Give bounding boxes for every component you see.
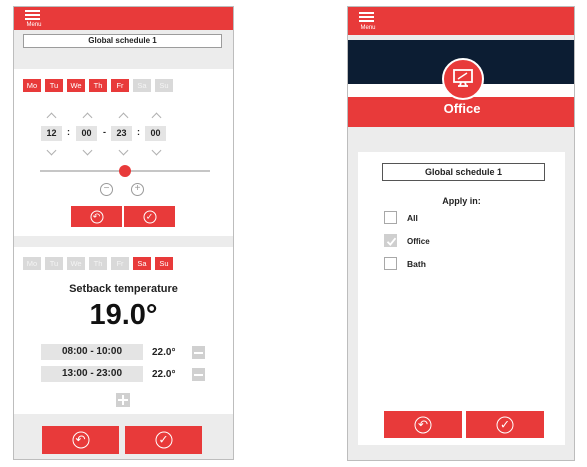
minus-icon[interactable] <box>192 346 205 359</box>
menu-icon-line <box>25 14 40 16</box>
confirm-button[interactable]: ✓ <box>125 426 202 454</box>
setback-day-toggle-su[interactable]: Su <box>155 257 173 270</box>
time-dash: - <box>103 127 106 137</box>
start-min-up-icon[interactable] <box>82 112 93 123</box>
zone-title: Office <box>443 101 481 116</box>
top-bar: Menu <box>14 7 233 30</box>
checkbox-bath[interactable] <box>384 257 397 270</box>
setback-day-toggle-sa[interactable]: Sa <box>133 257 151 270</box>
back-button[interactable]: ↶ <box>384 411 462 438</box>
start-hour-value[interactable]: 12 <box>41 126 62 141</box>
apply-option-bath[interactable]: Bath <box>384 257 474 273</box>
setback-day-toggle-th[interactable]: Th <box>89 257 107 270</box>
zone-icon-badge <box>442 58 484 100</box>
menu-icon <box>359 12 374 14</box>
confirm-icon: ✓ <box>143 210 156 223</box>
minus-icon[interactable] <box>192 368 205 381</box>
monitor-icon <box>453 69 473 87</box>
start-hour-down-icon[interactable] <box>46 145 57 156</box>
apply-panel: Global schedule 1 Apply in: All Office B… <box>358 152 565 445</box>
confirm-button[interactable]: ✓ <box>124 206 175 227</box>
check-mark-icon <box>386 237 397 246</box>
day-toggle-su[interactable]: Su <box>155 79 173 92</box>
back-icon: ↶ <box>72 431 89 449</box>
start-hour-up-icon[interactable] <box>46 112 57 123</box>
option-label-office: Office <box>407 237 430 246</box>
apply-option-office[interactable]: Office <box>384 234 474 250</box>
time-range-row[interactable]: 08:00 - 10:00 <box>41 344 143 360</box>
confirm-icon: ✓ <box>496 416 514 433</box>
menu-icon <box>25 10 40 12</box>
back-button[interactable]: ↶ <box>71 206 122 227</box>
confirm-icon: ✓ <box>155 431 172 449</box>
back-icon: ↶ <box>90 210 103 223</box>
time-range-row[interactable]: 13:00 - 23:00 <box>41 366 143 382</box>
menu-button[interactable]: Menu <box>22 10 44 30</box>
day-toggle-th[interactable]: Th <box>89 79 107 92</box>
time-range-temperature: 22.0° <box>152 347 176 358</box>
checkbox-office[interactable] <box>384 234 397 247</box>
setback-day-toggle-tu[interactable]: Tu <box>45 257 63 270</box>
back-icon: ↶ <box>414 416 432 433</box>
menu-button[interactable]: Menu <box>356 12 378 32</box>
day-toggle-we[interactable]: We <box>67 79 85 92</box>
end-min-value[interactable]: 00 <box>145 126 166 141</box>
menu-label: Menu <box>26 22 42 28</box>
end-hour-down-icon[interactable] <box>118 145 129 156</box>
schedule-name-field[interactable]: Global schedule 1 <box>23 34 222 48</box>
plus-icon[interactable] <box>116 393 130 407</box>
setback-temperature-value: 19.0° <box>89 299 158 331</box>
schedule-name-text: Global schedule 1 <box>88 36 157 45</box>
start-min-down-icon[interactable] <box>82 145 93 156</box>
end-min-down-icon[interactable] <box>151 145 162 156</box>
option-label-all: All <box>407 213 418 223</box>
zoom-in-icon[interactable]: + <box>131 183 144 196</box>
setback-day-toggle-fr[interactable]: Fr <box>111 257 129 270</box>
time-colon: : <box>137 127 140 137</box>
day-toggle-sa[interactable]: Sa <box>133 79 151 92</box>
zoom-out-icon[interactable]: − <box>100 183 113 196</box>
confirm-button[interactable]: ✓ <box>466 411 544 438</box>
end-hour-value[interactable]: 23 <box>111 126 132 141</box>
schedule-editor-screen: Menu Global schedule 1 Mo Tu We Th Fr Sa Su 12… <box>13 6 234 460</box>
time-slider[interactable] <box>40 165 210 177</box>
slider-thumb[interactable] <box>119 165 131 177</box>
time-range-temperature: 22.0° <box>152 369 176 380</box>
apply-schedule-screen: Menu Office Global schedule 1 Apply in: … <box>347 6 575 461</box>
zone-header: Office <box>348 35 574 127</box>
setback-title: Setback temperature <box>69 283 178 295</box>
setback-day-toggle-we[interactable]: We <box>67 257 85 270</box>
schedule-name-text: Global schedule 1 <box>424 167 503 177</box>
setback-day-toggle-mo[interactable]: Mo <box>23 257 41 270</box>
menu-icon-line <box>25 18 40 20</box>
day-toggle-fr[interactable]: Fr <box>111 79 129 92</box>
top-bar: Menu <box>348 7 574 35</box>
day-toggle-tu[interactable]: Tu <box>45 79 63 92</box>
menu-icon-line <box>359 20 374 22</box>
time-range-panel: Mo Tu We Th Fr Sa Su 12 : 00 - 23 : 00 − + ↶ ✓ <box>14 69 233 236</box>
time-colon: : <box>67 127 70 137</box>
apply-in-label: Apply in: <box>442 196 481 206</box>
back-button[interactable]: ↶ <box>42 426 119 454</box>
menu-label: Menu <box>360 25 376 31</box>
day-toggle-mo[interactable]: Mo <box>23 79 41 92</box>
schedule-name-field[interactable]: Global schedule 1 <box>382 163 545 181</box>
setback-panel: Mo Tu We Th Fr Sa Su Setback temperature 19.0°… <box>14 247 233 414</box>
option-label-bath: Bath <box>407 259 426 269</box>
end-hour-up-icon[interactable] <box>118 112 129 123</box>
menu-icon-line <box>359 16 374 18</box>
apply-option-all[interactable]: All <box>384 211 474 227</box>
checkbox-all[interactable] <box>384 211 397 224</box>
start-min-value[interactable]: 00 <box>76 126 97 141</box>
end-min-up-icon[interactable] <box>151 112 162 123</box>
